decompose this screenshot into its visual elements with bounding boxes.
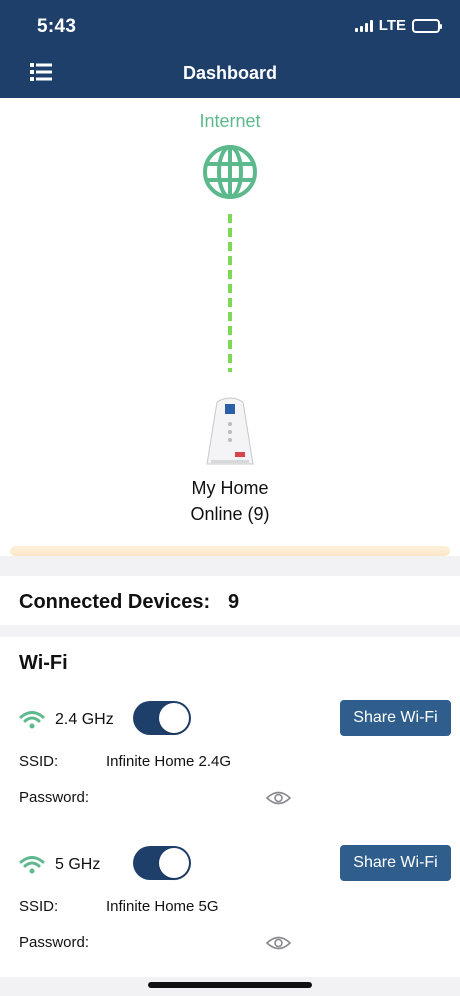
- ssid-label: SSID:: [19, 898, 59, 915]
- eye-icon[interactable]: [266, 790, 291, 806]
- router-status: Online (9): [190, 504, 270, 524]
- network-type: LTE: [378, 17, 406, 34]
- status-indicators: LTE: [354, 17, 442, 34]
- band-name: 5 GHz: [55, 856, 101, 873]
- password-label: Password:: [19, 934, 90, 951]
- signal-icon: [354, 19, 373, 32]
- connected-devices-label: Connected Devices:: [19, 591, 211, 613]
- wifi-icon: [19, 856, 45, 874]
- internet-label: Internet: [199, 111, 261, 131]
- wifi-2g-toggle[interactable]: [133, 701, 191, 735]
- share-wifi-button[interactable]: Share Wi-Fi: [340, 700, 451, 736]
- password-label: Password:: [19, 789, 90, 806]
- ssid-label: SSID:: [19, 753, 59, 770]
- ssid-value: Infinite Home 2.4G: [106, 753, 232, 770]
- status-time: 5:43: [37, 16, 77, 37]
- page-title: Dashboard: [182, 63, 278, 83]
- share-wifi-button[interactable]: Share Wi-Fi: [340, 845, 451, 881]
- home-indicator[interactable]: [148, 982, 312, 988]
- wifi-card: Wi-Fi 2.4 GHz Share Wi-Fi SSID: Infinite…: [0, 637, 460, 977]
- connected-devices-card[interactable]: Connected Devices: 9: [0, 576, 460, 625]
- wifi-title: Wi-Fi: [19, 652, 68, 674]
- wifi-band-5g: 5 GHz Share Wi-Fi SSID: Infinite Home 5G…: [0, 845, 460, 990]
- band-name: 2.4 GHz: [55, 711, 114, 728]
- wifi-5g-toggle[interactable]: [133, 846, 191, 880]
- connection-line: [228, 214, 232, 372]
- router-name: My Home: [191, 478, 269, 498]
- wifi-icon: [19, 711, 45, 729]
- battery-icon: [412, 18, 442, 33]
- globe-icon[interactable]: [200, 142, 260, 202]
- eye-icon[interactable]: [266, 935, 291, 951]
- divider-glow: [10, 546, 450, 556]
- connected-devices-count: 9: [228, 591, 240, 613]
- app-header: 5:43 LTE Dashboard: [0, 0, 460, 98]
- wifi-band-2g: 2.4 GHz Share Wi-Fi SSID: Infinite Home …: [0, 700, 460, 845]
- router-image[interactable]: [203, 394, 257, 468]
- network-topology: Internet My Home Online (9): [0, 98, 460, 556]
- ssid-value: Infinite Home 5G: [106, 898, 219, 915]
